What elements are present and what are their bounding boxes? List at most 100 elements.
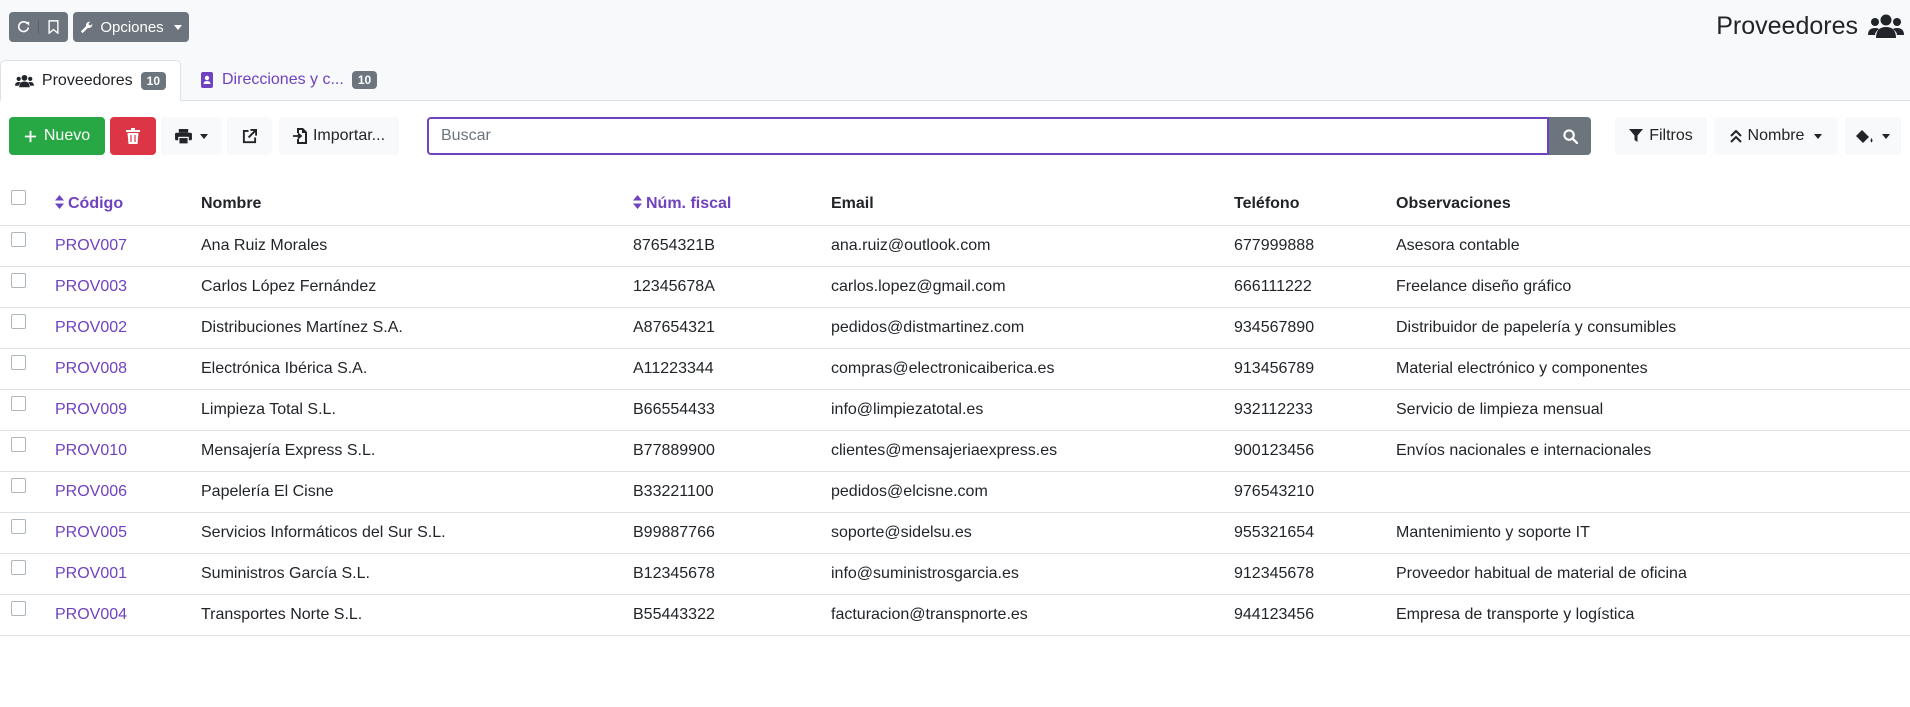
phone-cell: 913456789 (1234, 348, 1396, 390)
search-button[interactable] (1549, 117, 1591, 155)
phone-cell: 932112233 (1234, 389, 1396, 431)
search-input[interactable] (427, 117, 1549, 155)
table-row[interactable]: PROV007 Ana Ruiz Morales 87654321B ana.r… (0, 225, 1910, 267)
table-row[interactable]: PROV003 Carlos López Fernández 12345678A… (0, 266, 1910, 308)
email-cell: facturacion@transpnorte.es (831, 594, 1234, 636)
row-checkbox[interactable] (11, 273, 26, 288)
code-link[interactable]: PROV010 (55, 442, 127, 459)
table-row[interactable]: PROV010 Mensajería Express S.L. B7788990… (0, 430, 1910, 472)
table-header-row: Código Nombre Núm. fiscal Email Teléfono… (0, 182, 1910, 226)
tab-proveedores[interactable]: Proveedores 10 (0, 60, 181, 101)
row-checkbox[interactable] (11, 519, 26, 534)
plus-icon (24, 130, 36, 142)
row-checkbox[interactable] (11, 396, 26, 411)
color-rules-dropdown[interactable] (1845, 117, 1901, 155)
name-cell: Transportes Norte S.L. (201, 594, 633, 636)
notes-cell: Freelance diseño gráfico (1396, 266, 1910, 308)
new-label: Nuevo (43, 127, 91, 144)
tax-id-cell: A87654321 (633, 307, 831, 349)
sort-order-label: Nombre (1747, 127, 1805, 144)
new-button[interactable]: Nuevo (9, 117, 105, 155)
double-chevron-up-icon (1729, 129, 1742, 143)
code-link[interactable]: PROV007 (55, 237, 127, 254)
print-dropdown-button[interactable] (161, 117, 222, 155)
phone-cell: 976543210 (1234, 471, 1396, 513)
table-row[interactable]: PROV002 Distribuciones Martínez S.A. A87… (0, 307, 1910, 349)
table-row[interactable]: PROV004 Transportes Norte S.L. B55443322… (0, 594, 1910, 636)
users-icon (15, 74, 34, 87)
refresh-button[interactable] (9, 20, 38, 34)
printer-icon (175, 128, 192, 144)
options-dropdown-button[interactable]: Opciones (73, 12, 189, 42)
tax-id-cell: B55443322 (633, 594, 831, 636)
email-cell: soporte@sidelsu.es (831, 512, 1234, 554)
reload-bookmark-group (9, 12, 68, 42)
name-cell: Servicios Informáticos del Sur S.L. (201, 512, 633, 554)
row-checkbox[interactable] (11, 355, 26, 370)
column-header-tax-id[interactable]: Núm. fiscal (633, 182, 831, 226)
code-link[interactable]: PROV002 (55, 319, 127, 336)
row-checkbox[interactable] (11, 232, 26, 247)
tax-id-cell: A11223344 (633, 348, 831, 390)
email-cell: ana.ruiz@outlook.com (831, 225, 1234, 267)
wrench-icon (81, 21, 93, 34)
table-row[interactable]: PROV005 Servicios Informáticos del Sur S… (0, 512, 1910, 554)
notes-cell (1396, 471, 1910, 513)
select-all-checkbox[interactable] (11, 189, 26, 205)
notes-cell: Servicio de limpieza mensual (1396, 389, 1910, 431)
notes-cell: Proveedor habitual de material de oficin… (1396, 553, 1910, 595)
code-link[interactable]: PROV005 (55, 524, 127, 541)
sort-icon (55, 194, 64, 209)
suppliers-table: Código Nombre Núm. fiscal Email Teléfono… (0, 182, 1910, 636)
column-header-notes[interactable]: Observaciones (1396, 182, 1910, 226)
row-checkbox[interactable] (11, 314, 26, 329)
email-cell: info@suministrosgarcia.es (831, 553, 1234, 595)
page-title: Proveedores (1716, 12, 1858, 40)
table-row[interactable]: PROV006 Papelería El Cisne B33221100 ped… (0, 471, 1910, 513)
email-cell: info@limpiezatotal.es (831, 389, 1234, 431)
top-bar: Opciones Proveedores (0, 0, 1910, 54)
chevron-down-icon (1814, 133, 1823, 139)
name-cell: Papelería El Cisne (201, 471, 633, 513)
sort-icon (633, 194, 642, 209)
sort-order-dropdown[interactable]: Nombre (1714, 117, 1838, 155)
delete-button[interactable] (110, 117, 156, 155)
code-link[interactable]: PROV003 (55, 278, 127, 295)
import-label: Importar... (312, 127, 386, 144)
tab-label: Proveedores (41, 71, 133, 89)
table-row[interactable]: PROV008 Electrónica Ibérica S.A. A112233… (0, 348, 1910, 390)
email-cell: carlos.lopez@gmail.com (831, 266, 1234, 308)
notes-cell: Material electrónico y componentes (1396, 348, 1910, 390)
table-row[interactable]: PROV009 Limpieza Total S.L. B66554433 in… (0, 389, 1910, 431)
column-header-name[interactable]: Nombre (201, 182, 633, 226)
phone-cell: 666111222 (1234, 266, 1396, 308)
tax-id-cell: 12345678A (633, 266, 831, 308)
export-button[interactable] (227, 117, 272, 155)
code-link[interactable]: PROV006 (55, 483, 127, 500)
column-header-email[interactable]: Email (831, 182, 1234, 226)
tax-id-cell: B33221100 (633, 471, 831, 513)
column-header-phone[interactable]: Teléfono (1234, 182, 1396, 226)
row-checkbox[interactable] (11, 478, 26, 493)
notes-cell: Mantenimiento y soporte IT (1396, 512, 1910, 554)
chevron-down-icon (173, 24, 182, 30)
refresh-icon (17, 20, 30, 32)
table-row[interactable]: PROV001 Suministros García S.L. B1234567… (0, 553, 1910, 595)
tab-direcciones[interactable]: Direcciones y c... 10 (186, 60, 391, 100)
tax-id-cell: B99887766 (633, 512, 831, 554)
filters-button[interactable]: Filtros (1615, 117, 1707, 155)
tax-id-cell: B66554433 (633, 389, 831, 431)
row-checkbox[interactable] (11, 601, 26, 616)
code-link[interactable]: PROV008 (55, 360, 127, 377)
row-checkbox[interactable] (11, 437, 26, 452)
name-cell: Limpieza Total S.L. (201, 389, 633, 431)
bookmark-button[interactable] (38, 20, 68, 34)
notes-cell: Asesora contable (1396, 225, 1910, 267)
code-link[interactable]: PROV001 (55, 565, 127, 582)
code-link[interactable]: PROV004 (55, 606, 127, 623)
code-link[interactable]: PROV009 (55, 401, 127, 418)
column-header-code[interactable]: Código (55, 182, 201, 226)
row-checkbox[interactable] (11, 560, 26, 575)
import-button[interactable]: Importar... (279, 117, 399, 155)
filter-icon (1629, 129, 1644, 142)
